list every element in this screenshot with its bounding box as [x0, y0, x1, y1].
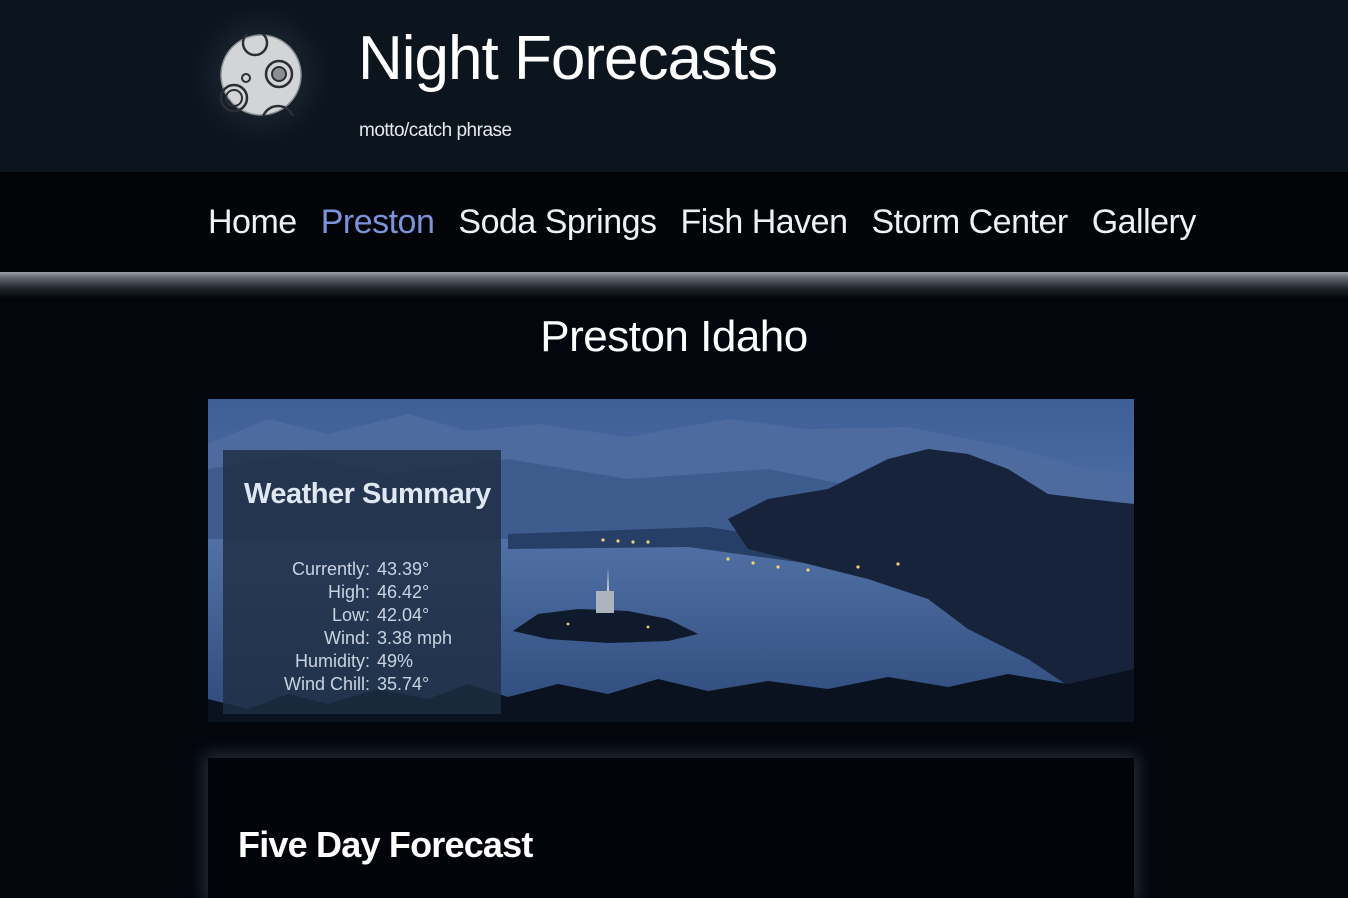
summary-label: Wind:: [323, 628, 370, 648]
site-title: Night Forecasts: [358, 24, 778, 93]
summary-label: Humidity:: [294, 651, 370, 671]
summary-value: 49%: [377, 651, 414, 671]
nav-item-gallery[interactable]: Gallery: [1092, 200, 1197, 244]
site-motto: motto/catch phrase: [359, 120, 512, 141]
nav-item-fish-haven[interactable]: Fish Haven: [681, 200, 848, 244]
five-day-forecast-card: Five Day Forecast: [208, 758, 1134, 898]
weather-summary-heading: Weather Summary: [244, 478, 491, 510]
nav-list: Home Preston Soda Springs Fish Haven Sto…: [208, 200, 1220, 244]
summary-value: 35.74°: [377, 674, 430, 694]
summary-value: 43.39°: [377, 559, 430, 579]
summary-row-humidity: Humidity: 49%: [223, 650, 501, 673]
nav-item-storm-center[interactable]: Storm Center: [872, 200, 1069, 244]
weather-summary-table: Currently: 43.39° High: 46.42° Low: 42.0…: [223, 558, 501, 696]
summary-label: Currently:: [291, 559, 370, 579]
summary-label: Low:: [331, 605, 370, 625]
weather-summary-panel: Weather Summary Currently: 43.39° High: …: [223, 450, 501, 714]
site-header: Night Forecasts motto/catch phrase: [0, 0, 1348, 172]
summary-label: Wind Chill:: [283, 674, 370, 694]
summary-value: 42.04°: [377, 605, 430, 625]
nav-item-preston[interactable]: Preston: [321, 200, 435, 244]
summary-value: 46.42°: [377, 582, 430, 602]
summary-row-wind: Wind: 3.38 mph: [223, 627, 501, 650]
nav-divider: [0, 272, 1348, 298]
summary-row-wind-chill: Wind Chill: 35.74°: [223, 673, 501, 696]
nav-item-home[interactable]: Home: [208, 200, 297, 244]
nav-item-soda-springs[interactable]: Soda Springs: [458, 200, 657, 244]
summary-label: High:: [327, 582, 370, 602]
summary-row-high: High: 46.42°: [223, 581, 501, 604]
main-nav: Home Preston Soda Springs Fish Haven Sto…: [0, 172, 1348, 272]
summary-row-low: Low: 42.04°: [223, 604, 501, 627]
hero-banner: Weather Summary Currently: 43.39° High: …: [208, 399, 1134, 722]
moon-icon[interactable]: [220, 34, 302, 116]
summary-row-currently: Currently: 43.39°: [223, 558, 501, 581]
page-title: Preston Idaho: [540, 312, 808, 361]
summary-value: 3.38 mph: [377, 628, 453, 648]
